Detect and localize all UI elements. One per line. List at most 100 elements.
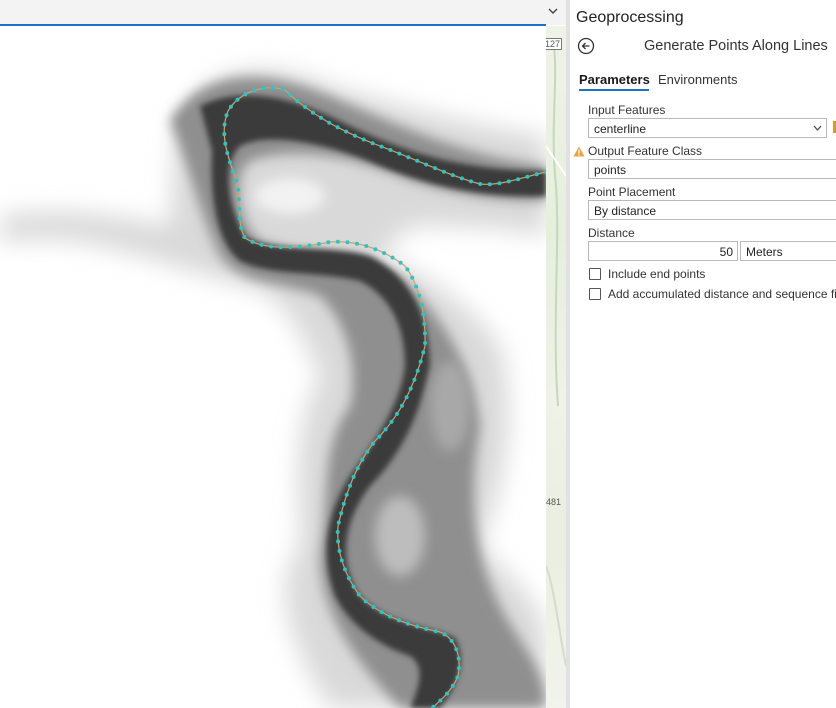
generated-point bbox=[360, 457, 365, 462]
include-end-points-label: Include end points bbox=[608, 267, 706, 281]
generated-point bbox=[303, 105, 308, 109]
add-accumulated-distance-checkbox[interactable] bbox=[589, 288, 601, 300]
generated-point bbox=[390, 255, 395, 260]
generated-point bbox=[377, 434, 382, 439]
generated-point bbox=[424, 162, 429, 167]
generated-point bbox=[344, 492, 349, 497]
distance-value: 50 bbox=[719, 245, 733, 259]
generated-point bbox=[421, 312, 426, 317]
add-accumulated-distance-label: Add accumulated distance and sequence fi bbox=[608, 287, 836, 301]
generated-point bbox=[345, 240, 350, 245]
generated-point bbox=[370, 141, 375, 146]
generated-point bbox=[351, 584, 356, 589]
generated-point bbox=[445, 691, 449, 696]
warning-icon bbox=[573, 146, 585, 157]
basemap-edge: 127 481 bbox=[546, 26, 566, 708]
generated-point bbox=[236, 187, 241, 192]
generated-point bbox=[288, 92, 293, 97]
generated-point bbox=[398, 260, 403, 265]
generated-point bbox=[237, 206, 242, 211]
generated-point bbox=[335, 239, 340, 244]
generated-point bbox=[341, 501, 346, 506]
generated-point bbox=[223, 141, 228, 146]
generated-point bbox=[424, 627, 429, 631]
input-features-dropdown[interactable]: centerline bbox=[588, 118, 827, 138]
generated-point bbox=[417, 293, 422, 298]
generated-point bbox=[239, 226, 244, 230]
generated-point bbox=[406, 155, 411, 160]
generated-point bbox=[237, 216, 242, 221]
generated-point bbox=[506, 179, 511, 184]
point-placement-value: By distance bbox=[594, 204, 657, 218]
generated-point bbox=[370, 441, 375, 446]
include-end-points-checkbox[interactable] bbox=[589, 268, 601, 280]
generated-point bbox=[388, 614, 393, 619]
generated-point bbox=[456, 656, 461, 661]
generated-point bbox=[228, 160, 232, 165]
generated-point bbox=[433, 629, 438, 634]
generated-point bbox=[271, 86, 276, 90]
generated-point bbox=[379, 144, 384, 149]
generated-point bbox=[442, 632, 447, 637]
distance-unit-dropdown[interactable]: Meters bbox=[740, 241, 836, 261]
generated-point bbox=[379, 610, 384, 615]
generated-point bbox=[497, 181, 502, 186]
point-placement-label: Point Placement bbox=[588, 185, 676, 199]
generated-point bbox=[397, 151, 402, 156]
generated-point bbox=[410, 275, 415, 280]
generated-point bbox=[269, 244, 274, 249]
generated-point bbox=[400, 403, 404, 408]
chevron-down-icon bbox=[813, 125, 822, 131]
pane-title: Geoprocessing bbox=[576, 9, 684, 26]
generated-point bbox=[418, 359, 423, 364]
generated-point bbox=[382, 251, 387, 256]
generated-point bbox=[336, 539, 341, 544]
generated-point bbox=[288, 245, 293, 249]
geoprocessing-pane: Geoprocessing Generate Points Along Line… bbox=[570, 0, 836, 708]
generated-point bbox=[335, 530, 340, 534]
distance-input[interactable]: 50 bbox=[588, 241, 738, 261]
generated-point bbox=[236, 197, 241, 202]
generated-point bbox=[343, 567, 347, 572]
generated-point bbox=[455, 675, 460, 680]
generated-point bbox=[335, 125, 340, 130]
point-placement-dropdown[interactable]: By distance bbox=[588, 200, 836, 220]
generated-point bbox=[339, 511, 344, 516]
generated-point bbox=[355, 241, 359, 246]
generated-point bbox=[295, 99, 300, 104]
generated-point bbox=[364, 244, 369, 248]
generated-point bbox=[346, 576, 351, 581]
generated-point bbox=[405, 267, 410, 272]
generated-point bbox=[326, 240, 331, 245]
chevron-down-icon[interactable] bbox=[547, 5, 559, 17]
generated-point bbox=[297, 244, 302, 249]
generated-point bbox=[414, 284, 419, 289]
tab-environments[interactable]: Environments bbox=[658, 72, 737, 87]
tab-parameters[interactable]: Parameters bbox=[579, 72, 650, 87]
generated-point bbox=[422, 321, 427, 326]
generated-point bbox=[234, 178, 239, 183]
generated-point bbox=[261, 86, 266, 91]
map-tab-bar bbox=[0, 0, 566, 26]
road-shield-label: 127 bbox=[546, 38, 563, 50]
map-view[interactable]: 127 481 bbox=[0, 0, 566, 708]
active-map-indicator bbox=[0, 24, 546, 26]
back-arrow-icon[interactable] bbox=[577, 37, 595, 55]
generated-point bbox=[373, 247, 378, 252]
generated-point bbox=[421, 350, 426, 355]
generated-point bbox=[516, 177, 521, 182]
generated-point bbox=[534, 172, 539, 177]
generated-point bbox=[348, 483, 352, 488]
generated-point bbox=[361, 137, 366, 142]
generated-point bbox=[415, 368, 420, 373]
generated-point bbox=[259, 242, 264, 247]
generated-point bbox=[405, 621, 410, 626]
elevation-map[interactable] bbox=[0, 26, 546, 708]
generated-point bbox=[457, 666, 461, 671]
generated-point bbox=[478, 182, 483, 186]
generated-point bbox=[278, 245, 283, 250]
generated-point bbox=[222, 122, 227, 127]
generated-point bbox=[371, 605, 376, 609]
generated-point bbox=[316, 242, 321, 246]
output-feature-class-input[interactable]: points bbox=[588, 159, 836, 179]
